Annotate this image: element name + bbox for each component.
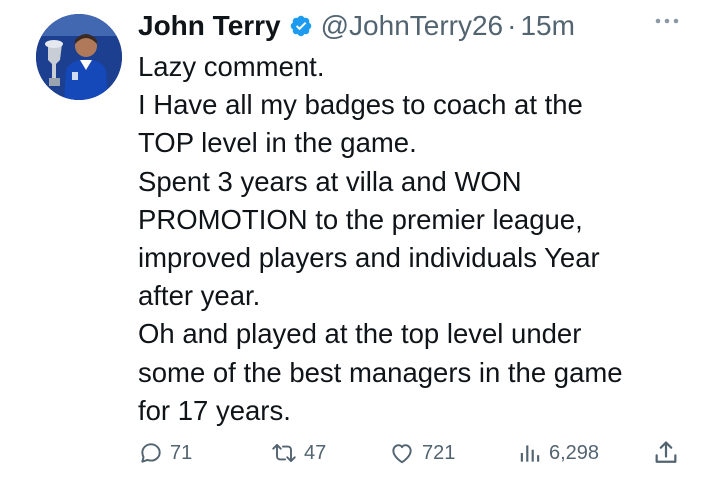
verified-badge-icon	[289, 14, 313, 38]
share-icon	[655, 441, 677, 463]
like-icon	[392, 444, 412, 464]
reply-count: 71	[170, 441, 193, 464]
view-count: 6,298	[549, 441, 600, 464]
views-button[interactable]: 6,298	[517, 434, 599, 472]
tweet-text-line: after year.	[138, 280, 261, 312]
like-count: 721	[422, 441, 456, 464]
reply-button[interactable]: 71	[138, 434, 192, 472]
tweet-text-line: Lazy comment.	[138, 51, 325, 82]
tweet-text-line: I Have all my badges to coach at the	[138, 89, 583, 121]
tweet-text-line: Spent 3 years at villa and WON	[138, 165, 522, 197]
reply-icon	[141, 443, 161, 463]
tweet-text-line: for 17 years.	[138, 394, 291, 426]
tweet[interactable]: John Terry @JohnTerry26 · 15m Lazy comme…	[0, 0, 720, 483]
views-icon	[520, 445, 540, 462]
repost-icon	[272, 443, 296, 463]
tweet-text-line: Oh and played at the top level under	[138, 318, 582, 350]
repost-count: 47	[304, 441, 327, 464]
avatar[interactable]	[36, 14, 122, 100]
tweet-text-line: some of the best managers in the game	[138, 356, 623, 388]
like-button[interactable]: 721	[388, 434, 455, 472]
tweet-header: John Terry @JohnTerry26 · 15m	[138, 6, 575, 46]
timestamp[interactable]: 15m	[520, 10, 574, 42]
separator-dot: ·	[507, 10, 517, 41]
action-bar: 71 47 721 6,298	[0, 434, 720, 472]
tweet-text-line: improved players and individuals Year	[138, 242, 600, 274]
tweet-text-line: PROMOTION to the premier league,	[138, 203, 583, 235]
tweet-text-line: TOP level in the game.	[138, 127, 417, 159]
author-handle[interactable]: @JohnTerry26	[321, 10, 504, 42]
tweet-text: Lazy comment. I Have all my badges to co…	[138, 48, 708, 430]
more-horizontal-icon[interactable]	[652, 8, 682, 34]
repost-button[interactable]: 47	[270, 434, 326, 472]
share-button[interactable]	[652, 434, 680, 472]
author-name[interactable]: John Terry	[138, 10, 281, 42]
